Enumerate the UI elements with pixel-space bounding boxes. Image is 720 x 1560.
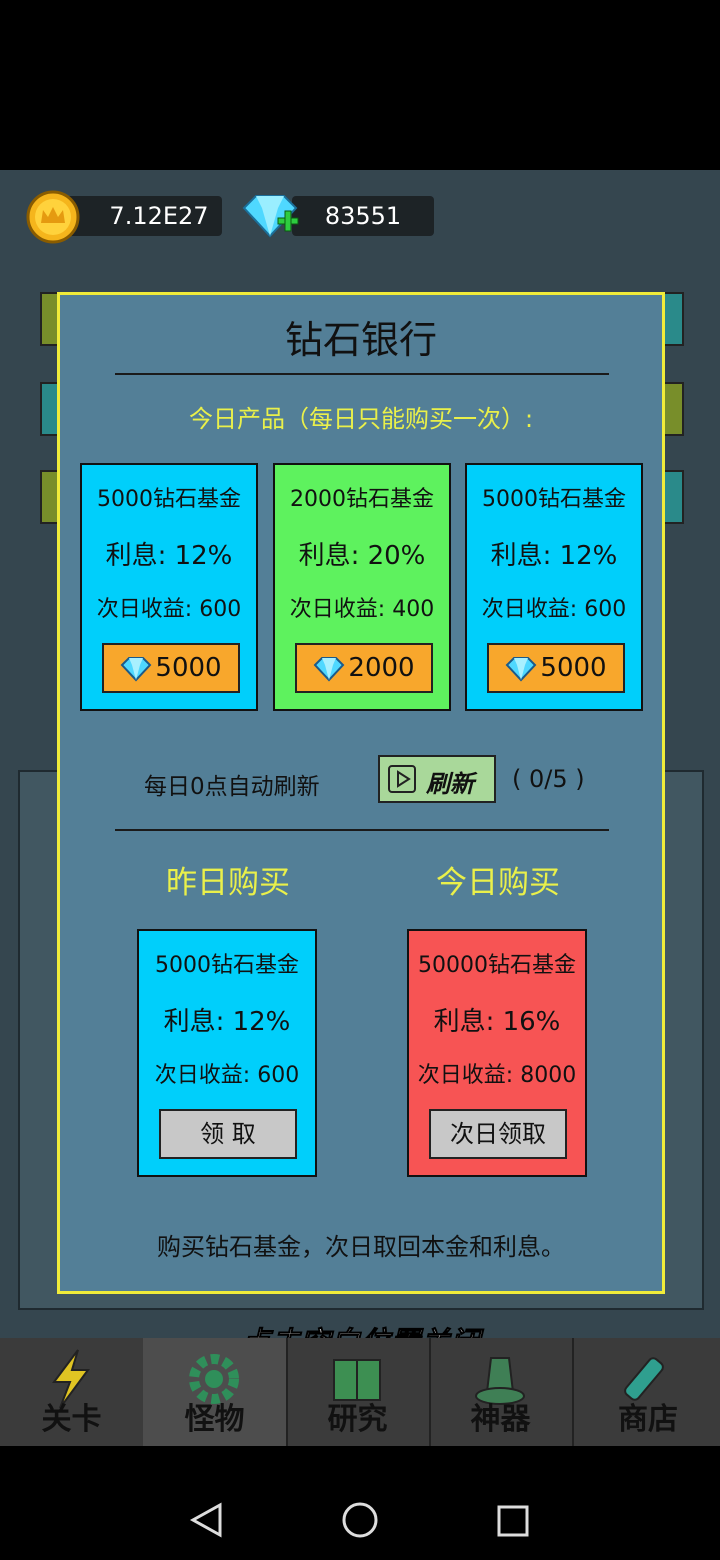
buy-button[interactable]: 5000 [102, 643, 240, 693]
diamond-bank-dialog: 钻石银行 今日产品（每日只能购买一次）: 5000钻石基金 利息: 12% 次日… [57, 292, 665, 1294]
add-diamond-icon[interactable] [240, 192, 302, 242]
diamond-counter: 83551 [292, 196, 434, 236]
nav-tab-shop[interactable]: 商店 [576, 1338, 720, 1446]
nav-tab-label: 商店 [618, 1402, 678, 1437]
buy-price: 2000 [348, 653, 415, 683]
nav-tab-artifact[interactable]: 神器 [429, 1338, 574, 1446]
product-interest: 利息: 16% [433, 1007, 561, 1037]
product-interest: 利息: 12% [490, 541, 618, 571]
product-interest: 利息: 12% [105, 541, 233, 571]
nav-tab-label: 神器 [470, 1402, 531, 1437]
section-divider [115, 829, 609, 831]
today-purchase-label: 今日购买 [436, 865, 560, 901]
gold-coin-icon [26, 190, 80, 244]
gold-counter: 7.12E27 [62, 196, 222, 236]
product-card: 5000钻石基金 利息: 12% 次日收益: 600 5000 [80, 463, 258, 711]
claim-next-day-button[interactable]: 次日领取 [429, 1109, 567, 1159]
refresh-button[interactable]: 刷新 [378, 755, 496, 803]
product-next-day-yield: 次日收益: 600 [154, 1063, 300, 1088]
yesterday-purchase-card: 5000钻石基金 利息: 12% 次日收益: 600 领 取 [137, 929, 317, 1177]
nav-tab-level[interactable]: 关卡 [0, 1338, 145, 1446]
home-icon[interactable] [341, 1501, 379, 1539]
product-name: 50000钻石基金 [418, 953, 576, 978]
product-next-day-yield: 次日收益: 8000 [417, 1063, 577, 1088]
footer-note: 购买钻石基金，次日取回本金和利息。 [157, 1233, 565, 1261]
title-divider [115, 373, 609, 375]
system-nav-bar [0, 1446, 720, 1560]
bottom-nav: 关卡 怪物 研究 神器 商店 [0, 1338, 720, 1446]
refresh-note: 每日0点自动刷新 [144, 774, 320, 800]
buy-button[interactable]: 2000 [295, 643, 433, 693]
nav-tab-research[interactable]: 研究 [286, 1338, 431, 1446]
diamond-icon [121, 656, 152, 681]
gold-value: 7.12E27 [109, 202, 209, 230]
product-name: 5000钻石基金 [482, 487, 626, 512]
play-video-icon [388, 765, 416, 793]
product-card: 5000钻石基金 利息: 12% 次日收益: 600 5000 [465, 463, 643, 711]
nav-tab-monster[interactable]: 怪物 [143, 1338, 288, 1446]
buy-price: 5000 [155, 653, 222, 683]
buy-button[interactable]: 5000 [487, 643, 625, 693]
product-next-day-yield: 次日收益: 600 [481, 597, 627, 622]
diamond-icon [506, 656, 537, 681]
claim-button[interactable]: 领 取 [159, 1109, 297, 1159]
today-purchase-card: 50000钻石基金 利息: 16% 次日收益: 8000 次日领取 [407, 929, 587, 1177]
yesterday-purchase-label: 昨日购买 [166, 865, 290, 901]
back-icon[interactable] [188, 1502, 224, 1538]
nav-tab-label: 关卡 [41, 1402, 102, 1437]
dialog-title: 钻石银行 [284, 318, 437, 362]
product-next-day-yield: 次日收益: 400 [289, 597, 435, 622]
product-interest: 利息: 20% [298, 541, 426, 571]
product-name: 2000钻石基金 [290, 487, 434, 512]
recents-icon[interactable] [496, 1504, 530, 1538]
diamond-value: 83551 [324, 202, 402, 230]
product-next-day-yield: 次日收益: 600 [96, 597, 242, 622]
nav-tab-label: 怪物 [184, 1402, 245, 1437]
nav-tab-label: 研究 [327, 1402, 388, 1437]
product-name: 5000钻石基金 [155, 953, 299, 978]
buy-price: 5000 [540, 653, 607, 683]
product-interest: 利息: 12% [163, 1007, 291, 1037]
today-products-label: 今日产品（每日只能购买一次）: [188, 405, 534, 433]
product-name: 5000钻石基金 [97, 487, 241, 512]
product-card: 2000钻石基金 利息: 20% 次日收益: 400 2000 [273, 463, 451, 711]
diamond-icon [314, 656, 345, 681]
refresh-count: ( 0/5 ) [512, 765, 585, 793]
refresh-button-label: 刷新 [426, 770, 474, 798]
